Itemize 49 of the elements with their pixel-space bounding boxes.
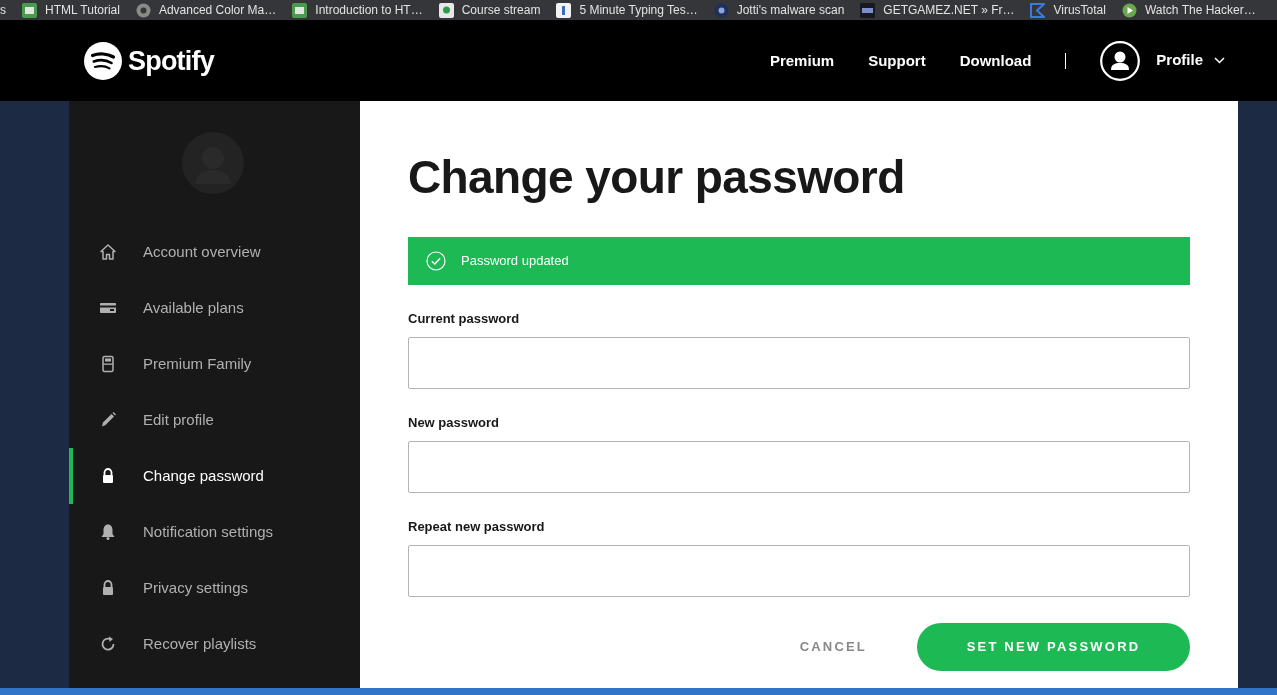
alert-text: Password updated — [461, 252, 569, 271]
refresh-icon — [99, 635, 117, 653]
bookmark-link[interactable]: Watch The Hacker… — [1144, 3, 1256, 17]
profile-button[interactable]: Profile — [1100, 40, 1225, 81]
tile-icon — [292, 2, 308, 18]
sound-waves-logo-icon — [84, 41, 122, 80]
sidebar-item[interactable]: Privacy settings — [69, 560, 360, 616]
field-label: Current password — [408, 311, 521, 327]
pencil-icon — [99, 411, 117, 429]
logo-wordmark[interactable]: Spotify — [128, 45, 214, 76]
check-circle-icon — [426, 251, 446, 271]
tile-icon — [22, 2, 37, 18]
user-avatar-icon — [1100, 40, 1141, 81]
bookmark-link[interactable]: 5 Minute Typing Tes… — [579, 3, 698, 17]
nav-link[interactable]: Support — [868, 51, 926, 70]
bookmark-link[interactable]: s — [0, 3, 6, 17]
tile-icon — [860, 2, 876, 18]
sidebar-item[interactable]: Edit profile — [69, 392, 360, 448]
bookmark-link[interactable]: Advanced Color Ma… — [158, 3, 277, 17]
bookmark-link[interactable]: GETGAMEZ.NET » Fr… — [883, 3, 1015, 17]
bell-icon — [99, 523, 117, 541]
bookmark-link[interactable]: Course stream — [461, 3, 541, 17]
caret-icon — [1214, 57, 1225, 64]
sidebar-item[interactable]: Change password — [69, 448, 360, 504]
sigma-icon — [1030, 2, 1046, 18]
password-field[interactable] — [408, 441, 1190, 493]
field-label: New password — [408, 415, 501, 431]
nav-link[interactable]: Premium — [769, 51, 835, 70]
tile-icon — [438, 2, 454, 18]
sidebar-item[interactable]: Recover playlists — [69, 616, 360, 672]
play-icon — [1121, 2, 1137, 18]
password-field[interactable] — [408, 337, 1190, 389]
sidebar-item[interactable]: Available plans — [69, 280, 360, 336]
sidebar-item[interactable]: Premium Family — [69, 336, 360, 392]
bookmark-link[interactable]: VirusTotal — [1053, 3, 1106, 17]
sidebar-item[interactable]: Notification settings — [69, 504, 360, 560]
home-icon — [99, 243, 117, 261]
sidebar-item[interactable]: Account overview — [69, 224, 360, 280]
password-field[interactable] — [408, 545, 1190, 597]
tile-icon — [556, 2, 572, 18]
cancel-button[interactable]: CANCEL — [799, 637, 867, 657]
bookmark-link[interactable]: HTML Tutorial — [45, 3, 120, 17]
page-title: Change your password — [408, 151, 906, 204]
nav-link[interactable]: Download — [959, 51, 1032, 70]
bookmark-link[interactable]: Introduction to HT… — [315, 3, 423, 17]
bookmark-link[interactable]: Jotti's malware scan — [736, 3, 845, 17]
circle-icon — [713, 2, 729, 18]
field-label: Repeat new password — [408, 519, 546, 535]
device-icon — [99, 355, 117, 373]
